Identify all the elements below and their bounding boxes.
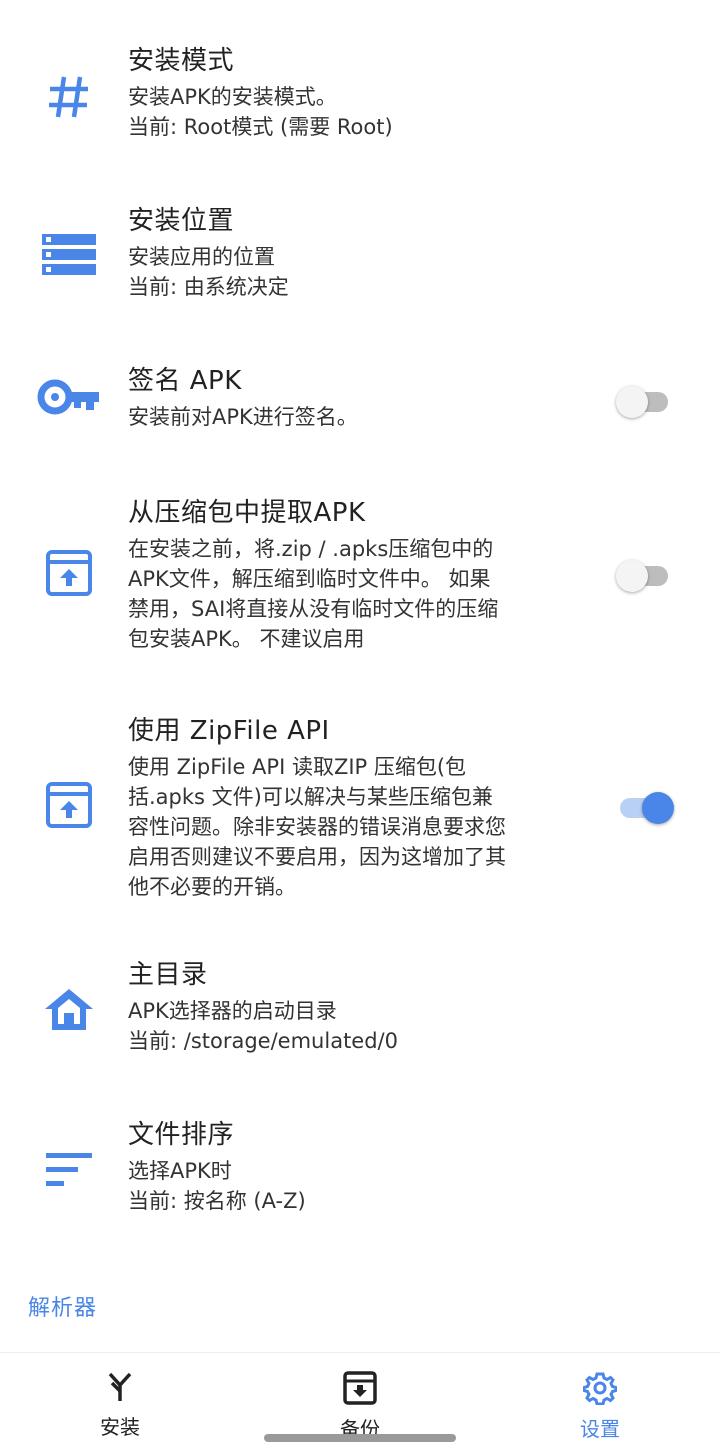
- pref-extract-archive[interactable]: 从压缩包中提取APK 在安装之前，将.zip / .apks压缩包中的 APK文…: [0, 492, 720, 662]
- archive-upload-icon: [34, 538, 104, 608]
- pref-install-location[interactable]: 安装位置 安装应用的位置 当前: 由系统决定: [0, 200, 720, 320]
- nav-settings[interactable]: 设置: [540, 1371, 660, 1442]
- gesture-home-indicator[interactable]: [264, 1434, 456, 1442]
- pref-zipfile-api[interactable]: 使用 ZipFile API 使用 ZipFile API 读取ZIP 压缩包(…: [0, 710, 720, 910]
- home-icon: [34, 974, 104, 1044]
- switch-thumb: [616, 560, 648, 592]
- pref-title: 主目录: [128, 960, 208, 990]
- pref-sign-apk[interactable]: 签名 APK 安装前对APK进行签名。: [0, 360, 720, 450]
- pref-title: 文件排序: [128, 1120, 235, 1150]
- hash-icon: [34, 62, 104, 132]
- nav-install[interactable]: 安装: [60, 1371, 180, 1440]
- pref-title: 签名 APK: [128, 366, 242, 396]
- sign-apk-switch[interactable]: [616, 380, 672, 420]
- extract-archive-switch[interactable]: [616, 554, 672, 594]
- nav-label: 安装: [100, 1415, 140, 1439]
- pref-summary: 在安装之前，将.zip / .apks压缩包中的 APK文件，解压缩到临时文件中…: [128, 537, 499, 651]
- pref-summary: 安装APK的安装模式。 当前: Root模式 (需要 Root): [128, 85, 393, 139]
- category-parser-header: 解析器: [28, 1296, 98, 1321]
- pref-title: 使用 ZipFile API: [128, 716, 330, 746]
- pref-install-mode[interactable]: 安装模式 安装APK的安装模式。 当前: Root模式 (需要 Root): [0, 40, 720, 160]
- sort-icon: [34, 1134, 104, 1204]
- install-icon: [107, 1371, 133, 1405]
- zipfile-api-switch[interactable]: [616, 786, 674, 826]
- pref-title: 安装模式: [128, 46, 235, 76]
- gear-icon: [582, 1371, 618, 1406]
- switch-thumb: [616, 386, 648, 418]
- pref-summary: 安装应用的位置 当前: 由系统决定: [128, 245, 289, 299]
- nav-backup[interactable]: 备份: [300, 1371, 420, 1442]
- pref-summary: 选择APK时 当前: 按名称 (A-Z): [128, 1159, 306, 1213]
- pref-title: 安装位置: [128, 206, 235, 236]
- pref-summary: APK选择器的启动目录 当前: /storage/emulated/0: [128, 999, 398, 1053]
- pref-title: 从压缩包中提取APK: [128, 498, 366, 528]
- pref-summary: 安装前对APK进行签名。: [128, 405, 358, 429]
- pref-file-sort[interactable]: 文件排序 选择APK时 当前: 按名称 (A-Z): [0, 1114, 720, 1234]
- switch-thumb: [642, 792, 674, 824]
- storage-list-icon: [34, 220, 104, 290]
- key-icon: [34, 362, 104, 432]
- pref-summary: 使用 ZipFile API 读取ZIP 压缩包(包 括.apks 文件)可以解…: [128, 755, 506, 899]
- backup-icon: [343, 1371, 377, 1405]
- archive-upload-icon: [34, 770, 104, 840]
- nav-label: 设置: [580, 1417, 620, 1441]
- pref-home-directory[interactable]: 主目录 APK选择器的启动目录 当前: /storage/emulated/0: [0, 954, 720, 1074]
